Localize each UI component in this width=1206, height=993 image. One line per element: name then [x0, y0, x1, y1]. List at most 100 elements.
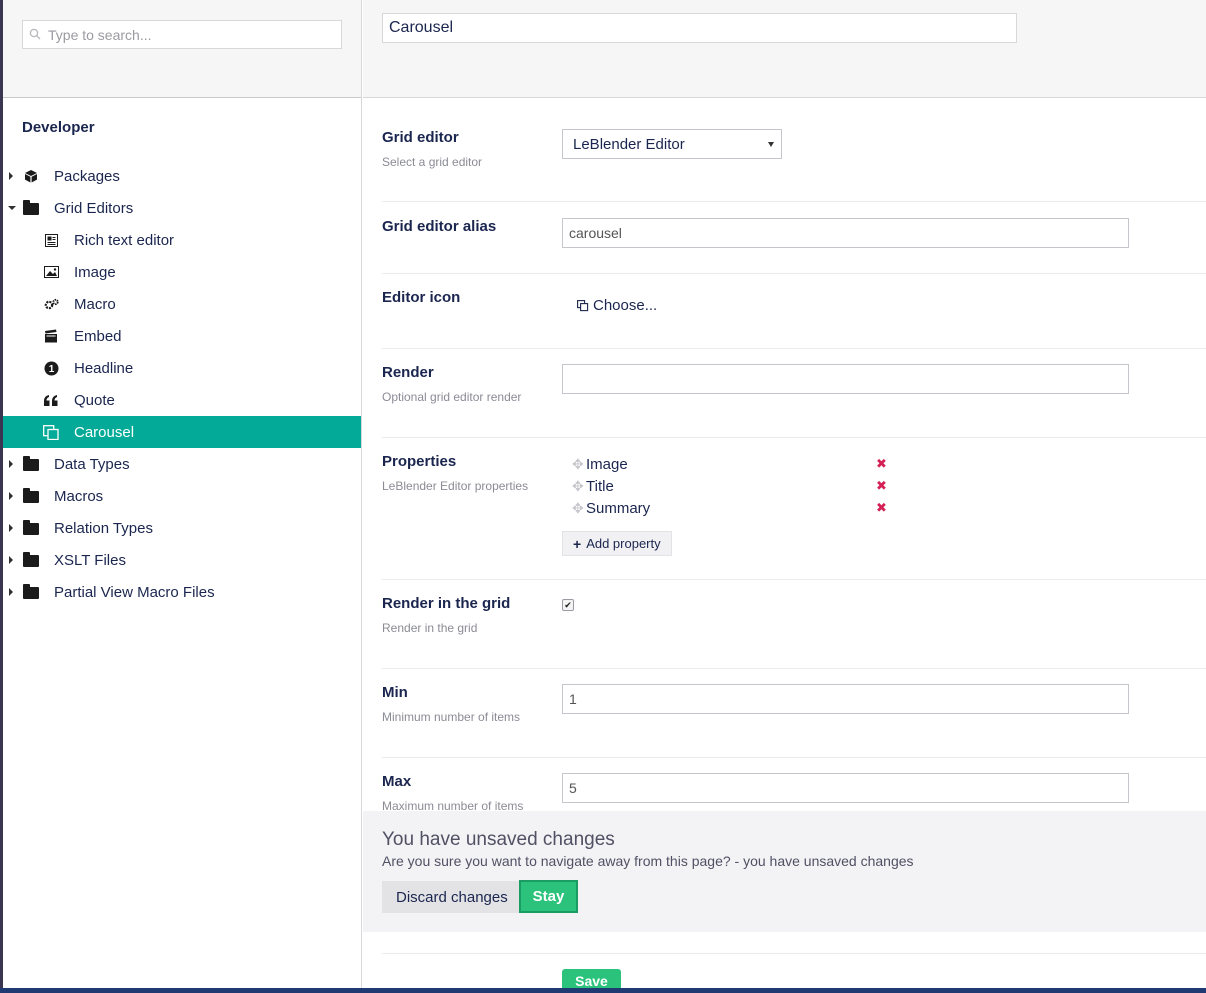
carousel-icon [43, 424, 59, 440]
search-input[interactable] [48, 26, 328, 43]
tree-item-xslt-files[interactable]: XSLT Files [3, 544, 361, 576]
svg-text:1: 1 [48, 364, 54, 375]
prop-label: Min [382, 684, 408, 701]
prop-label: Grid editor [382, 129, 459, 146]
clapperboard-icon [43, 329, 59, 343]
tree-item-label: Packages [54, 167, 120, 185]
tree-item-label: Carousel [74, 423, 135, 441]
property-name: Summary [586, 499, 651, 517]
save-button[interactable]: Save [562, 969, 621, 989]
remove-icon[interactable]: ✖ [876, 478, 887, 494]
search-icon [29, 28, 43, 42]
property-item: ✥ Title ✖ [562, 475, 892, 497]
expand-caret-icon[interactable] [9, 588, 13, 596]
remove-icon[interactable]: ✖ [876, 456, 887, 472]
section-title: Developer [22, 119, 95, 136]
prop-description: Optional grid editor render [382, 390, 522, 404]
prop-grid-editor: Grid editor Select a grid editor LeBlend… [382, 98, 1206, 202]
properties-list: ✥ Image ✖ ✥ Title ✖ ✥ Summary ✖ + Add pr… [562, 453, 892, 556]
alias-input[interactable] [562, 218, 1129, 248]
tree-item-macros[interactable]: Macros [3, 480, 361, 512]
property-name: Title [586, 477, 614, 495]
folder-icon [23, 520, 39, 535]
prop-description: Minimum number of items [382, 710, 521, 724]
stay-button[interactable]: Stay [519, 880, 578, 913]
tree-item-label: Rich text editor [74, 231, 175, 249]
settings-icon [43, 297, 59, 311]
folder-icon [23, 584, 39, 599]
drag-handle-icon[interactable]: ✥ [562, 478, 586, 495]
min-input[interactable] [562, 684, 1129, 714]
prop-description: LeBlender Editor properties [382, 479, 529, 493]
dropdown-arrow-icon [768, 142, 774, 147]
expand-caret-icon[interactable] [9, 460, 13, 468]
property-name: Image [586, 455, 628, 473]
tree-item-embed[interactable]: Embed [3, 320, 361, 352]
tree-item-partial-view-macro-files[interactable]: Partial View Macro Files [3, 576, 361, 608]
prop-label: Grid editor alias [382, 218, 497, 235]
copy-icon [577, 299, 589, 312]
drag-handle-icon[interactable]: ✥ [562, 500, 586, 517]
expand-caret-icon[interactable] [9, 556, 13, 564]
tree-item-carousel[interactable]: Carousel [3, 416, 361, 448]
tree-item-quote[interactable]: Quote [3, 384, 361, 416]
collapse-caret-icon[interactable] [8, 206, 16, 210]
tree-item-label: Relation Types [54, 519, 153, 537]
max-input[interactable] [562, 773, 1129, 803]
number-one-icon: 1 [43, 361, 59, 375]
folder-icon [23, 552, 39, 567]
tree-item-rich-text-editor[interactable]: Rich text editor [3, 224, 361, 256]
tree: Packages Grid Editors Rich text editor I… [3, 160, 361, 608]
tree-item-label: XSLT Files [54, 551, 126, 569]
property-item: ✥ Image ✖ [562, 453, 892, 475]
main-editor: Grid editor Select a grid editor LeBlend… [363, 0, 1206, 993]
drag-handle-icon[interactable]: ✥ [562, 456, 586, 473]
remove-icon[interactable]: ✖ [876, 500, 887, 516]
render-input[interactable] [562, 364, 1129, 394]
prop-label: Render [382, 364, 434, 381]
prop-label: Editor icon [382, 289, 461, 306]
prop-label: Max [382, 773, 412, 790]
dialog-title: You have unsaved changes [382, 829, 615, 850]
property-item: ✥ Summary ✖ [562, 497, 892, 519]
tree-item-packages[interactable]: Packages [3, 160, 361, 192]
plus-icon: + [573, 535, 582, 552]
tree-item-label: Embed [74, 327, 122, 345]
tree-item-label: Data Types [54, 455, 130, 473]
tree-item-label: Image [74, 263, 116, 281]
tree-item-label: Partial View Macro Files [54, 583, 215, 601]
bottom-bar [0, 988, 1206, 993]
tree-item-macro[interactable]: Macro [3, 288, 361, 320]
tree-item-grid-editors[interactable]: Grid Editors [3, 192, 361, 224]
search-box[interactable] [22, 20, 342, 49]
document-icon [43, 233, 59, 247]
name-input[interactable] [382, 13, 1017, 43]
prop-label: Render in the grid [382, 595, 511, 612]
tree-item-headline[interactable]: 1 Headline [3, 352, 361, 384]
expand-caret-icon[interactable] [9, 524, 13, 532]
tree-item-label: Quote [74, 391, 115, 409]
expand-caret-icon[interactable] [9, 172, 13, 180]
tree-item-image[interactable]: Image [3, 256, 361, 288]
sidebar: Developer Packages Grid Editors Rich tex… [3, 0, 362, 993]
tree-item-label: Macro [74, 295, 116, 313]
prop-description: Render in the grid [382, 621, 478, 635]
prop-label: Properties [382, 453, 457, 470]
prop-editor-icon: Editor icon Choose... [382, 274, 1206, 349]
add-property-button[interactable]: + Add property [562, 531, 672, 556]
prop-render: Render Optional grid editor render [382, 349, 1206, 438]
choose-icon-link[interactable]: Choose... [577, 297, 657, 314]
unsaved-changes-dialog: You have unsaved changes Are you sure yo… [363, 811, 1206, 932]
tree-item-data-types[interactable]: Data Types [3, 448, 361, 480]
expand-caret-icon[interactable] [9, 492, 13, 500]
tree-item-relation-types[interactable]: Relation Types [3, 512, 361, 544]
folder-icon [23, 456, 39, 471]
tree-item-label: Macros [54, 487, 104, 505]
render-in-grid-checkbox[interactable]: ✔ [562, 599, 574, 611]
folder-icon [23, 200, 39, 215]
add-property-label: Add property [586, 536, 661, 551]
prop-description: Select a grid editor [382, 155, 483, 169]
image-icon [43, 265, 59, 279]
grid-editor-select[interactable]: LeBlender Editor [562, 129, 782, 159]
discard-changes-button[interactable]: Discard changes [382, 881, 522, 913]
